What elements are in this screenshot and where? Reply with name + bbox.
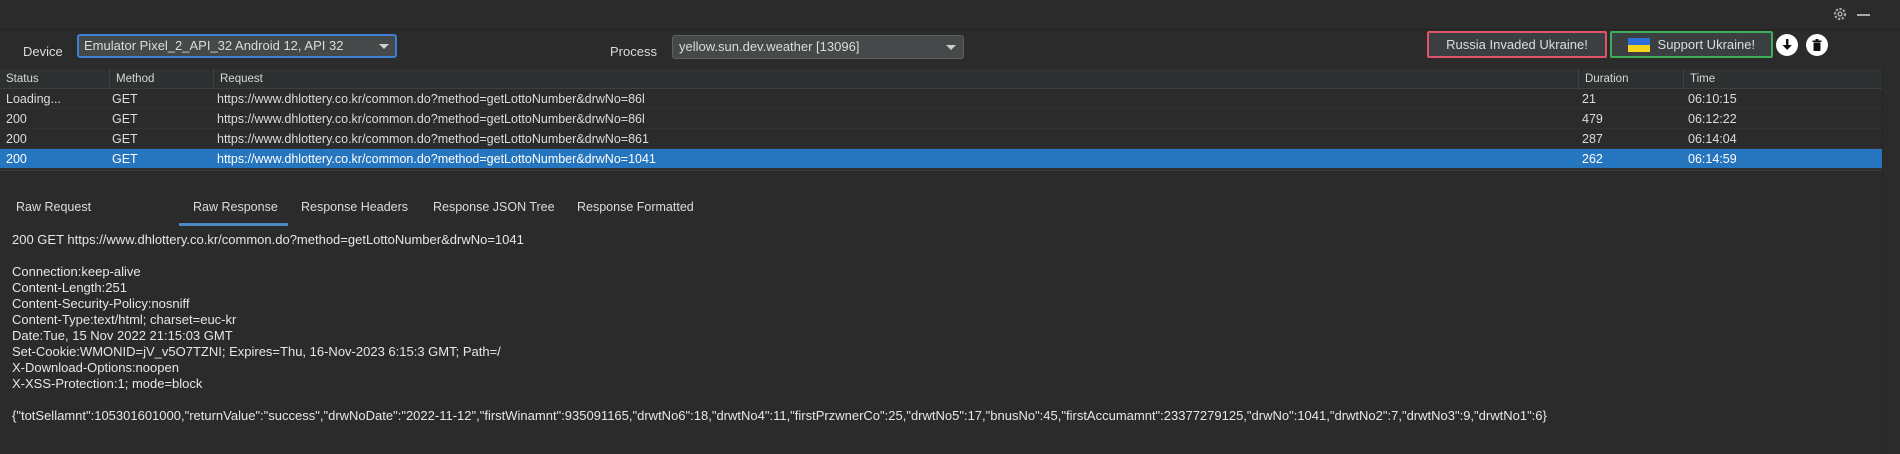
- column-header-duration[interactable]: Duration: [1579, 69, 1684, 89]
- response-header-line: Set-Cookie:WMONID=jV_v5O7TZNI; Expires=T…: [12, 344, 501, 359]
- tab-raw-request[interactable]: Raw Request: [16, 196, 136, 226]
- column-header-method[interactable]: Method: [110, 69, 214, 89]
- process-label: Process: [610, 44, 657, 59]
- response-header-line: Connection:keep-alive: [12, 264, 141, 279]
- response-header-line: Content-Security-Policy:nosniff: [12, 296, 190, 311]
- ukraine-flag-icon: [1627, 38, 1650, 52]
- table-bottom-divider: [0, 170, 1882, 171]
- support-ukraine-button[interactable]: Support Ukraine!: [1610, 31, 1773, 58]
- cell-status: Loading...: [6, 92, 61, 106]
- cell-time: 06:12:22: [1688, 112, 1737, 126]
- column-header-request[interactable]: Request: [214, 69, 1579, 89]
- cell-method: GET: [112, 92, 138, 106]
- cell-duration: 262: [1582, 152, 1603, 166]
- trash-icon[interactable]: [1806, 34, 1828, 56]
- window-top-strip: [0, 0, 1900, 30]
- column-header-time[interactable]: Time: [1684, 69, 1882, 89]
- tab-raw-request-label: Raw Request: [16, 200, 92, 214]
- device-select-value: Emulator Pixel_2_API_32 Android 12, API …: [84, 38, 344, 53]
- cell-duration: 21: [1582, 92, 1596, 106]
- cell-request: https://www.dhlottery.co.kr/common.do?me…: [217, 92, 645, 106]
- table-row-selected[interactable]: 200 GET https://www.dhlottery.co.kr/comm…: [0, 149, 1882, 169]
- minimize-icon[interactable]: [1857, 14, 1870, 16]
- device-label: Device: [23, 44, 63, 59]
- cell-request: https://www.dhlottery.co.kr/common.do?me…: [217, 152, 656, 166]
- cell-duration: 287: [1582, 132, 1603, 146]
- cell-request: https://www.dhlottery.co.kr/common.do?me…: [217, 132, 649, 146]
- tab-response-json-tree[interactable]: Response JSON Tree: [433, 196, 573, 226]
- gear-icon[interactable]: [1832, 6, 1848, 22]
- russia-invaded-button-label: Russia Invaded Ukraine!: [1446, 37, 1588, 52]
- column-header-status[interactable]: Status: [0, 69, 110, 89]
- detail-tabs: Raw Request Raw Response Response Header…: [0, 196, 1882, 226]
- download-icon[interactable]: [1776, 34, 1798, 56]
- process-select[interactable]: yellow.sun.dev.weather [13096]: [672, 35, 964, 59]
- response-body: {"totSellamnt":105301601000,"returnValue…: [12, 408, 1547, 423]
- tab-raw-response[interactable]: Raw Response: [179, 196, 288, 226]
- response-status-line: 200 GET https://www.dhlottery.co.kr/comm…: [12, 232, 524, 247]
- chevron-down-icon: [946, 45, 956, 50]
- table-row[interactable]: 200 GET https://www.dhlottery.co.kr/comm…: [0, 129, 1882, 149]
- response-header-line: Date:Tue, 15 Nov 2022 21:15:03 GMT: [12, 328, 233, 343]
- cell-duration: 479: [1582, 112, 1603, 126]
- tab-response-json-tree-label: Response JSON Tree: [433, 200, 555, 214]
- tab-raw-response-label: Raw Response: [193, 200, 278, 214]
- cell-method: GET: [112, 132, 138, 146]
- cell-request: https://www.dhlottery.co.kr/common.do?me…: [217, 112, 645, 126]
- table-header: Status Method Request Duration Time: [0, 69, 1882, 89]
- raw-response-content[interactable]: 200 GET https://www.dhlottery.co.kr/comm…: [12, 232, 1872, 424]
- cell-status: 200: [6, 152, 27, 166]
- tab-response-headers[interactable]: Response Headers: [301, 196, 421, 226]
- tab-response-formatted[interactable]: Response Formatted: [577, 196, 717, 226]
- cell-status: 200: [6, 112, 27, 126]
- cell-status: 200: [6, 132, 27, 146]
- table-row[interactable]: 200 GET https://www.dhlottery.co.kr/comm…: [0, 109, 1882, 129]
- cell-time: 06:14:04: [1688, 132, 1737, 146]
- response-header-line: Content-Length:251: [12, 280, 127, 295]
- response-header-line: Content-Type:text/html; charset=euc-kr: [12, 312, 237, 327]
- cell-method: GET: [112, 152, 138, 166]
- chevron-down-icon: [379, 44, 389, 49]
- table-row[interactable]: Loading... GET https://www.dhlottery.co.…: [0, 89, 1882, 109]
- cell-time: 06:14:59: [1688, 152, 1737, 166]
- tab-response-formatted-label: Response Formatted: [577, 200, 694, 214]
- support-ukraine-button-label: Support Ukraine!: [1657, 37, 1756, 52]
- device-select[interactable]: Emulator Pixel_2_API_32 Android 12, API …: [77, 34, 397, 58]
- requests-table: Status Method Request Duration Time Load…: [0, 69, 1882, 169]
- response-header-line: X-Download-Options:noopen: [12, 360, 179, 375]
- process-select-value: yellow.sun.dev.weather [13096]: [679, 39, 860, 54]
- russia-invaded-button[interactable]: Russia Invaded Ukraine!: [1427, 31, 1607, 58]
- response-header-line: X-XSS-Protection:1; mode=block: [12, 376, 203, 391]
- cell-time: 06:10:15: [1688, 92, 1737, 106]
- tab-response-headers-label: Response Headers: [301, 200, 409, 214]
- cell-method: GET: [112, 112, 138, 126]
- right-scroll-area: [1882, 69, 1900, 454]
